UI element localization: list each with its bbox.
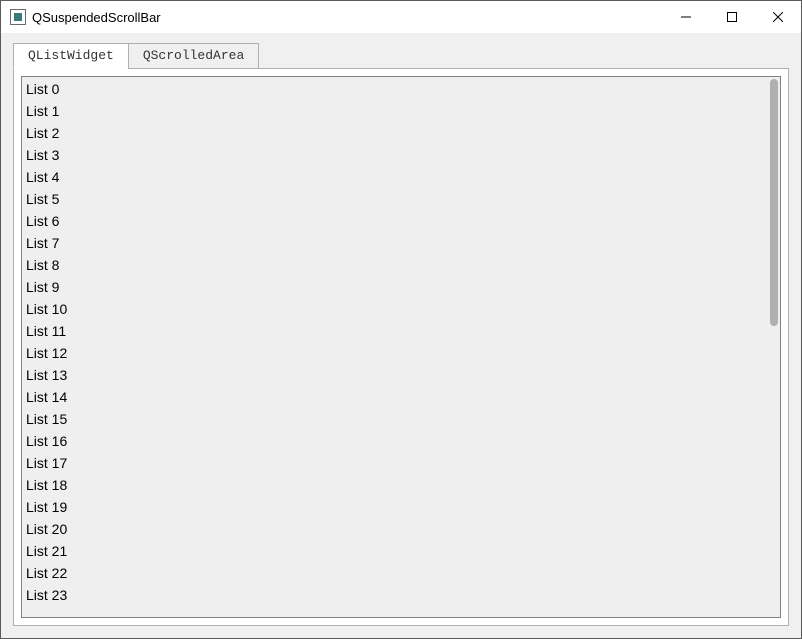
list-item[interactable]: List 10 [26,298,780,320]
tab-qlistwidget[interactable]: QListWidget [13,43,129,69]
list-item[interactable]: List 19 [26,496,780,518]
window-title: QSuspendedScrollBar [32,10,161,25]
list-item[interactable]: List 20 [26,518,780,540]
list-item[interactable]: List 7 [26,232,780,254]
list-item[interactable]: List 11 [26,320,780,342]
close-button[interactable] [755,1,801,33]
tabbar: QListWidget QScrolledArea [13,43,789,69]
list-item[interactable]: List 2 [26,122,780,144]
list-item[interactable]: List 12 [26,342,780,364]
list-item[interactable]: List 9 [26,276,780,298]
maximize-icon [727,12,737,22]
list-item[interactable]: List 4 [26,166,780,188]
list-widget[interactable]: List 0List 1List 2List 3List 4List 5List… [21,76,781,618]
scrollbar-thumb[interactable] [770,79,778,326]
titlebar[interactable]: QSuspendedScrollBar [1,1,801,33]
list-item[interactable]: List 3 [26,144,780,166]
list-item[interactable]: List 13 [26,364,780,386]
minimize-icon [681,12,691,22]
minimize-button[interactable] [663,1,709,33]
list-item[interactable]: List 0 [26,78,780,100]
list-item[interactable]: List 17 [26,452,780,474]
list-viewport: List 0List 1List 2List 3List 4List 5List… [22,77,780,617]
list-item[interactable]: List 21 [26,540,780,562]
list-item[interactable]: List 8 [26,254,780,276]
list-item[interactable]: List 22 [26,562,780,584]
tab-qscrolledarea[interactable]: QScrolledArea [128,43,259,69]
client-area: QListWidget QScrolledArea List 0List 1Li… [1,33,801,638]
list-item[interactable]: List 15 [26,408,780,430]
list-item[interactable]: List 23 [26,584,780,606]
list-item[interactable]: List 1 [26,100,780,122]
list-item[interactable]: List 14 [26,386,780,408]
app-icon [10,9,26,25]
tab-label: QListWidget [28,48,114,63]
tab-page: List 0List 1List 2List 3List 4List 5List… [13,68,789,626]
list-item[interactable]: List 18 [26,474,780,496]
scrollbar-vertical[interactable] [770,79,778,615]
list-item[interactable]: List 5 [26,188,780,210]
list-item[interactable]: List 16 [26,430,780,452]
window-frame: QSuspendedScrollBar QListWidget QScro [0,0,802,639]
tab-label: QScrolledArea [143,48,244,63]
maximize-button[interactable] [709,1,755,33]
list-item[interactable]: List 6 [26,210,780,232]
close-icon [773,12,783,22]
